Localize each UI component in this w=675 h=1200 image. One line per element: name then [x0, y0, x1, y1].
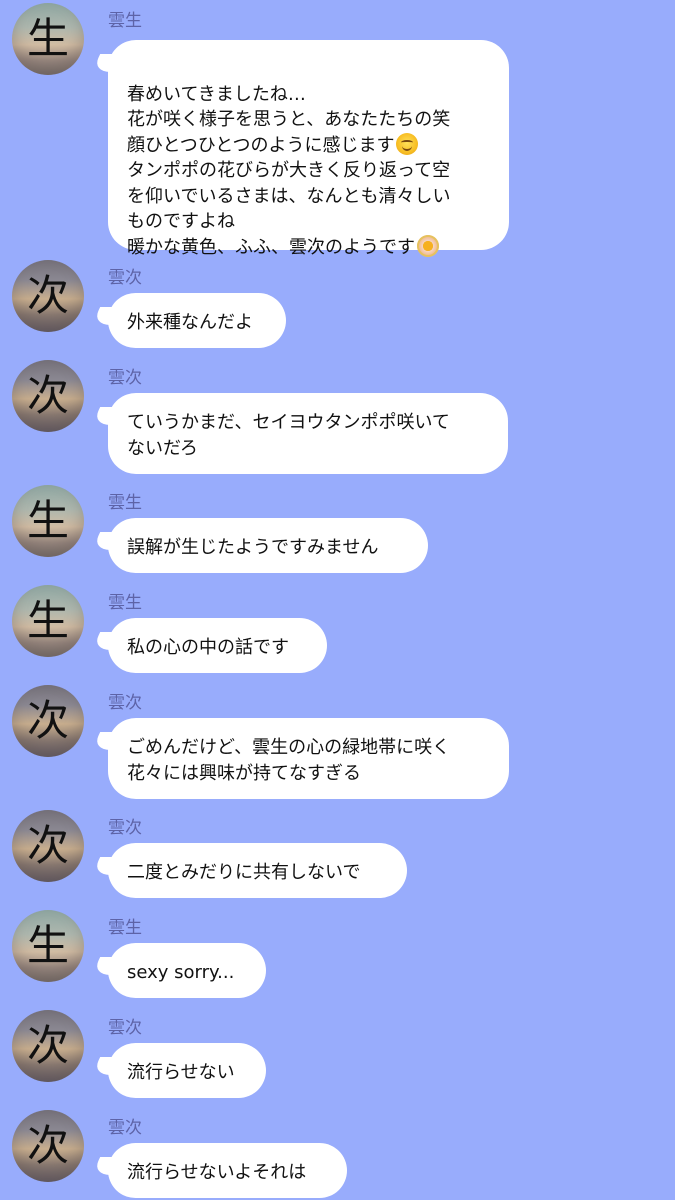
message-bubble[interactable]: 二度とみだりに共有しないで — [108, 843, 407, 898]
avatar[interactable]: 次 — [12, 1010, 84, 1082]
message-bubble[interactable]: sexy sorry... — [108, 943, 266, 998]
avatar[interactable]: 次 — [12, 1110, 84, 1182]
message-bubble[interactable]: ごめんだけど、雲生の心の緑地帯に咲く 花々には興味が持てなすぎる — [108, 718, 509, 799]
message-bubble[interactable]: ていうかまだ、セイヨウタンポポ咲いて ないだろ — [108, 393, 508, 474]
avatar-character: 次 — [26, 696, 69, 745]
smiling-face-icon — [396, 132, 419, 155]
message-bubble[interactable]: 流行らせないよそれは — [108, 1143, 347, 1198]
sender-name: 雲次 — [108, 1118, 142, 1138]
sender-name: 雲次 — [108, 268, 142, 288]
avatar-character: 次 — [26, 821, 69, 870]
avatar[interactable]: 次 — [12, 685, 84, 757]
avatar[interactable]: 生 — [12, 585, 84, 657]
avatar[interactable]: 生 — [12, 485, 84, 557]
message-bubble[interactable]: 誤解が生じたようですみません — [108, 518, 428, 573]
avatar-character: 生 — [26, 14, 69, 63]
sender-name: 雲次 — [108, 818, 142, 838]
message-bubble[interactable]: 外来種なんだよ — [108, 293, 286, 348]
avatar-character: 生 — [26, 921, 69, 970]
message-bubble[interactable]: 私の心の中の話です — [108, 618, 327, 673]
avatar[interactable]: 生 — [12, 910, 84, 982]
message-text-continued: タンポポの花びらが大きく反り返って空 を仰いでいるさまは、なんとも清々しい もの… — [127, 160, 451, 258]
sender-name: 雲生 — [108, 493, 142, 513]
avatar[interactable]: 次 — [12, 360, 84, 432]
avatar[interactable]: 次 — [12, 810, 84, 882]
avatar-character: 生 — [26, 596, 69, 645]
avatar-character: 次 — [26, 371, 69, 420]
blossom-icon — [417, 234, 439, 257]
avatar[interactable]: 生 — [12, 3, 84, 75]
sender-name: 雲生 — [108, 918, 142, 938]
avatar-character: 次 — [26, 1121, 69, 1170]
message-bubble[interactable]: 流行らせない — [108, 1043, 266, 1098]
sender-name: 雲次 — [108, 693, 142, 713]
avatar-character: 生 — [26, 496, 69, 545]
message-bubble[interactable]: 春めいてきましたね… 花が咲く様子を思うと、あなたたちの笑 顔ひとつひとつのよう… — [108, 40, 509, 257]
sender-name: 雲生 — [108, 11, 142, 31]
sender-name: 雲次 — [108, 1018, 142, 1038]
sender-name: 雲次 — [108, 368, 142, 388]
sender-name: 雲生 — [108, 593, 142, 613]
avatar-character: 次 — [26, 1021, 69, 1070]
avatar[interactable]: 次 — [12, 260, 84, 332]
avatar-character: 次 — [26, 271, 69, 320]
